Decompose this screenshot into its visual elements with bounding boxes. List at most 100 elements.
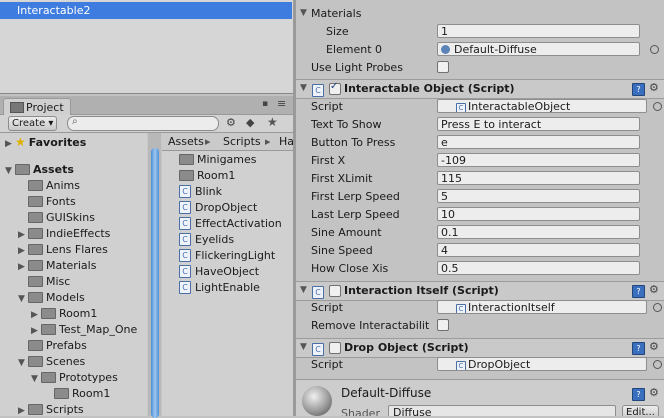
tree-folder-row[interactable]: ▶ Room1 [31, 306, 97, 322]
folder-icon [28, 195, 43, 207]
script-field[interactable]: C InteractableObject [437, 99, 647, 113]
file-list-item[interactable]: C EffectActivation [179, 216, 282, 232]
script-field[interactable]: C InteractionItself [437, 300, 647, 314]
file-list-item[interactable]: C HaveObject [179, 264, 259, 280]
collapse-triangle-icon[interactable]: ▼ [300, 285, 310, 295]
folder-tree: ▶ ★ Favorites ▼ Assets Anims Fonts GUISkins ▶ I… [0, 133, 147, 416]
component-enabled-checkbox[interactable] [329, 81, 341, 95]
collapse-triangle-icon[interactable]: ▼ [18, 355, 28, 371]
file-list-item[interactable]: C LightEnable [179, 280, 260, 296]
component-title: Interaction Itself (Script) [344, 284, 499, 297]
search-input[interactable]: ⌕ [67, 116, 219, 131]
edit-shader-button[interactable]: Edit... [622, 405, 659, 416]
script-icon: C [179, 280, 191, 294]
script-field[interactable]: C DropObject [437, 357, 647, 371]
materials-label: Materials [311, 7, 362, 20]
breadcrumb-item[interactable]: Scripts [223, 135, 261, 148]
expand-triangle-icon[interactable]: ▶ [31, 323, 41, 339]
tree-folder-row[interactable]: ▼ Scenes [18, 354, 85, 370]
tree-folder-row[interactable]: GUISkins [18, 210, 95, 226]
property-field[interactable]: 0.1 [437, 225, 640, 239]
collapse-triangle-icon[interactable]: ▼ [300, 342, 310, 352]
collapse-triangle-icon[interactable]: ▼ [31, 371, 41, 387]
breadcrumb-item[interactable]: Assets [168, 135, 204, 148]
script-icon: C [456, 303, 466, 313]
gear-icon[interactable]: ⚙ [649, 81, 659, 94]
create-button[interactable]: Create ▾ [8, 116, 58, 131]
expand-triangle-icon[interactable]: ▶ [18, 243, 28, 259]
object-picker-icon[interactable] [650, 45, 659, 54]
favorite-star-icon[interactable]: ★ [267, 115, 278, 129]
folder-icon [179, 169, 194, 181]
tree-folder-row[interactable]: Fonts [18, 194, 76, 210]
help-book-icon[interactable]: ? [632, 342, 645, 355]
property-field[interactable]: 5 [437, 189, 640, 203]
filter-label-icon[interactable]: ◆ [246, 116, 254, 129]
property-field[interactable]: 4 [437, 243, 640, 257]
use-light-probes-checkbox[interactable] [437, 61, 449, 73]
file-list-item[interactable]: C DropObject [179, 200, 257, 216]
lock-icon[interactable]: ▪ [262, 99, 268, 109]
tree-folder-row[interactable]: ▶ Lens Flares [18, 242, 108, 258]
interactable-object-header[interactable]: ▼ C Interactable Object (Script) ? ⚙ [296, 79, 664, 99]
collapse-triangle-icon[interactable]: ▼ [5, 163, 15, 179]
tree-folder-row[interactable]: ▶ IndieEffects [18, 226, 110, 242]
help-book-icon[interactable]: ? [632, 285, 645, 298]
filter-type-icon[interactable]: ⚙ [226, 116, 236, 129]
drop-object-header[interactable]: ▼ C Drop Object (Script) ? ⚙ [296, 338, 664, 358]
expand-triangle-icon[interactable]: ▶ [31, 307, 41, 323]
help-book-icon[interactable]: ? [632, 388, 645, 401]
collapse-triangle-icon[interactable]: ▼ [300, 8, 310, 18]
tree-scrollbar-thumb[interactable] [151, 148, 159, 418]
file-list-item[interactable]: Room1 [179, 168, 235, 184]
help-book-icon[interactable]: ? [632, 83, 645, 96]
file-list-item[interactable]: Minigames [179, 152, 257, 168]
tree-folder-row[interactable]: ▶ Materials [18, 258, 96, 274]
tree-folder-row[interactable]: ▶ Test_Map_One [31, 322, 137, 338]
property-field[interactable]: 115 [437, 171, 640, 185]
tree-folder-row[interactable]: Anims [18, 178, 80, 194]
object-picker-icon[interactable] [653, 102, 662, 111]
tree-folder-row[interactable]: ▼ Prototypes [31, 370, 118, 386]
file-list-item[interactable]: C Eyelids [179, 232, 234, 248]
gear-icon[interactable]: ⚙ [649, 386, 659, 399]
interaction-itself-header[interactable]: ▼ C Interaction Itself (Script) ? ⚙ [296, 281, 664, 301]
hierarchy-item-selected[interactable]: Interactable2 [0, 2, 292, 19]
tree-folder-row[interactable]: ▶ Scripts [18, 402, 84, 416]
collapse-triangle-icon[interactable]: ▼ [18, 291, 28, 307]
script-icon: C [312, 342, 324, 356]
gear-icon[interactable]: ⚙ [649, 340, 659, 353]
expand-triangle-icon[interactable]: ▶ [5, 136, 15, 152]
file-list-item[interactable]: C FlickeringLight [179, 248, 275, 264]
property-field[interactable]: e [437, 135, 640, 149]
menu-icon[interactable]: ≡ [277, 97, 286, 110]
folder-icon [28, 355, 43, 367]
expand-triangle-icon[interactable]: ▶ [18, 403, 28, 416]
property-field[interactable]: -109 [437, 153, 640, 167]
tree-folder-row[interactable]: Room1 [44, 386, 110, 402]
collapse-triangle-icon[interactable]: ▼ [300, 83, 310, 93]
breadcrumb-item[interactable]: Ha [279, 135, 293, 148]
expand-triangle-icon[interactable]: ▶ [18, 259, 28, 275]
component-enabled-checkbox[interactable] [329, 285, 341, 297]
object-picker-icon[interactable] [653, 360, 662, 369]
component-enabled-checkbox[interactable] [329, 342, 341, 354]
property-value: e [441, 136, 448, 149]
gear-icon[interactable]: ⚙ [649, 283, 659, 296]
property-field[interactable]: 0.5 [437, 261, 640, 275]
tree-folder-row[interactable]: Misc [18, 274, 70, 290]
expand-triangle-icon[interactable]: ▶ [18, 227, 28, 243]
property-field[interactable]: Press E to interact [437, 117, 640, 131]
shader-dropdown[interactable]: Diffuse [388, 405, 616, 416]
element0-field[interactable]: Default-Diffuse [437, 42, 640, 56]
tree-folder-row[interactable]: Prefabs [18, 338, 87, 354]
favorites-row[interactable]: ▶ ★ Favorites [5, 134, 86, 150]
assets-row[interactable]: ▼ Assets [5, 162, 74, 178]
remove-interactability-checkbox[interactable] [437, 319, 449, 331]
size-field[interactable]: 1 [437, 24, 640, 38]
object-picker-icon[interactable] [653, 303, 662, 312]
project-tab[interactable]: Project [3, 98, 71, 115]
file-list-item[interactable]: C Blink [179, 184, 222, 200]
tree-folder-row[interactable]: ▼ Models [18, 290, 85, 306]
property-field[interactable]: 10 [437, 207, 640, 221]
